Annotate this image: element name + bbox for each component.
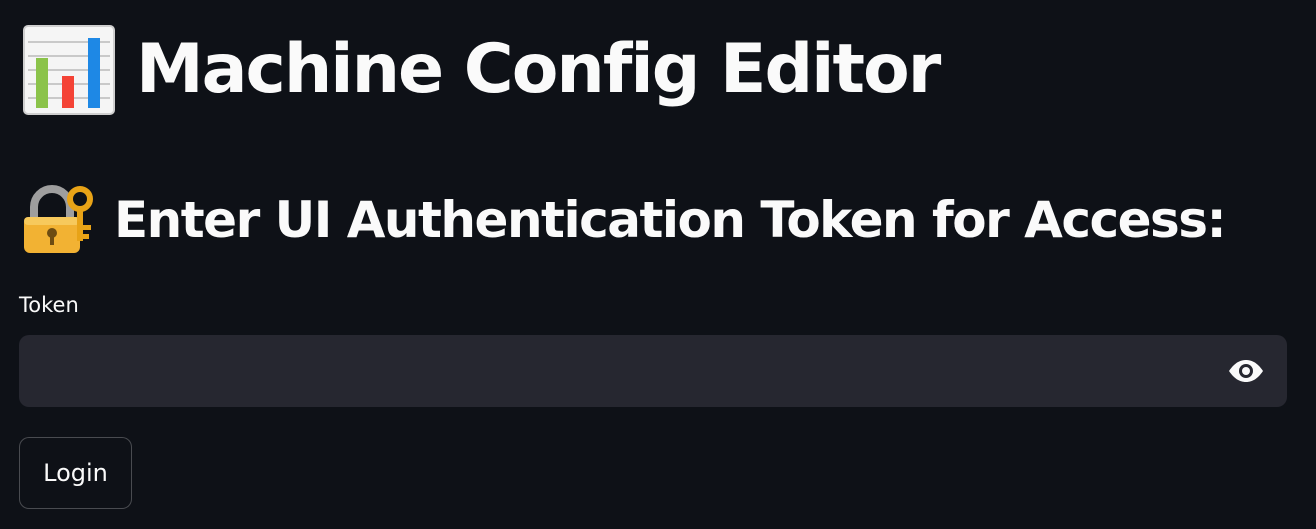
show-password-button[interactable] xyxy=(1205,335,1287,407)
token-field[interactable] xyxy=(19,335,1287,407)
locked-with-key-icon xyxy=(24,185,93,253)
auth-heading-row: Enter UI Authentication Token for Access… xyxy=(20,182,1227,258)
page-title-row: Machine Config Editor xyxy=(22,22,941,118)
auth-heading: Enter UI Authentication Token for Access… xyxy=(114,191,1227,249)
login-button[interactable]: Login xyxy=(19,437,132,509)
app-page: Machine Config Editor Enter UI Authentic… xyxy=(0,0,1316,529)
token-label: Token xyxy=(19,293,79,317)
eye-icon xyxy=(1229,360,1263,382)
bar-chart-icon xyxy=(23,25,115,115)
token-input[interactable] xyxy=(19,335,1205,407)
page-title: Machine Config Editor xyxy=(136,30,941,109)
